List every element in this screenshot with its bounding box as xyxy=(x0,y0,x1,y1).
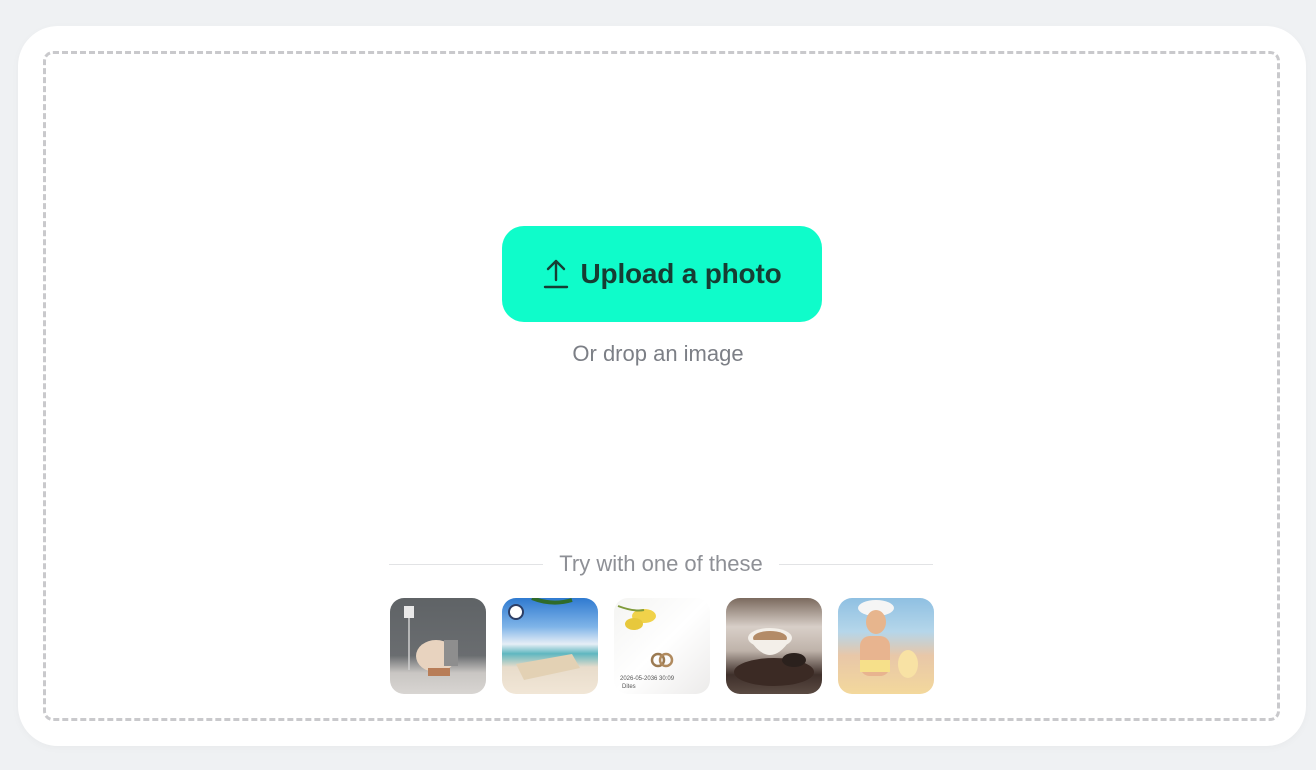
upload-photo-button[interactable]: Upload a photo xyxy=(502,226,822,322)
divider-right xyxy=(778,563,933,565)
beach-image xyxy=(508,598,580,680)
sample-woman-beach[interactable] xyxy=(838,598,934,694)
drop-hint: Or drop an image xyxy=(572,341,744,366)
sample-chair-room[interactable] xyxy=(390,598,486,694)
chair-image xyxy=(404,606,458,676)
upload-icon xyxy=(543,259,568,289)
svg-text:2026-05-2036 30:09: 2026-05-2036 30:09 xyxy=(620,676,675,682)
coffee-image xyxy=(734,628,814,686)
samples-heading: Try with one of these xyxy=(389,549,933,579)
sample-thumbnails: 2026-05-2036 30:09 Dites xyxy=(390,598,934,694)
svg-text:Dites: Dites xyxy=(622,684,636,690)
upload-button-label: Upload a photo xyxy=(580,258,782,289)
sample-beach-bench[interactable] xyxy=(502,598,598,694)
rings-image: 2026-05-2036 30:09 Dites xyxy=(617,605,675,690)
divider-left xyxy=(389,563,544,565)
sample-coffee-cup[interactable] xyxy=(726,598,822,694)
woman-image xyxy=(858,600,918,678)
sample-rings-flowers[interactable]: 2026-05-2036 30:09 Dites xyxy=(614,598,710,694)
samples-heading-text: Try with one of these xyxy=(559,551,763,576)
